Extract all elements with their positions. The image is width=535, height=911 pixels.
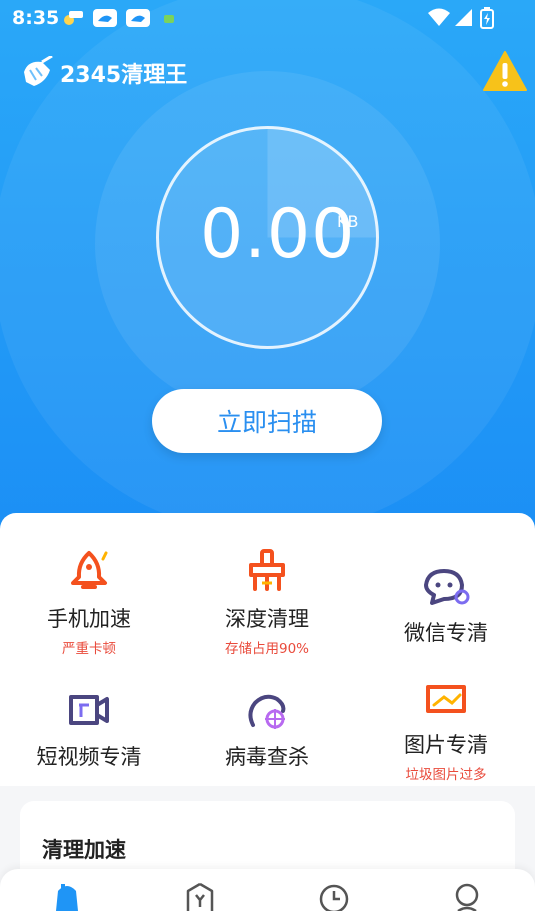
feature-status: 严重卡顿 bbox=[62, 641, 116, 657]
android-icon bbox=[164, 15, 174, 23]
video-icon bbox=[69, 695, 109, 725]
broom-logo-icon bbox=[24, 56, 53, 86]
warning-triangle-icon[interactable] bbox=[482, 50, 528, 92]
signal-icon bbox=[455, 9, 472, 26]
nav-profile[interactable] bbox=[437, 881, 497, 911]
nav-tools[interactable] bbox=[170, 881, 230, 911]
home-icon bbox=[56, 884, 78, 911]
feature-tile-phone-boost[interactable]: 手机加速 严重卡顿 bbox=[0, 549, 178, 657]
feature-label: 图片专清 bbox=[404, 733, 488, 757]
tools-icon bbox=[186, 882, 214, 911]
feature-label: 手机加速 bbox=[47, 607, 131, 631]
nav-home[interactable] bbox=[37, 881, 97, 911]
feature-tile-wechat-clean[interactable]: 微信专清 bbox=[357, 567, 535, 647]
status-time: 8:35 bbox=[12, 7, 60, 29]
bottom-nav bbox=[0, 869, 535, 911]
app-brand: 2345清理王 bbox=[16, 56, 187, 90]
feature-status: 垃圾图片过多 bbox=[405, 767, 487, 783]
feature-tile-picture-clean[interactable]: 图片专清 垃圾图片过多 bbox=[357, 679, 535, 783]
feature-tile-short-video-clean[interactable]: 短视频专清 bbox=[0, 691, 178, 771]
battery-icon bbox=[480, 7, 494, 29]
feature-label: 短视频专清 bbox=[36, 745, 142, 769]
rocket-icon bbox=[71, 551, 108, 589]
nav-history[interactable] bbox=[304, 881, 364, 911]
broom-icon bbox=[249, 549, 285, 591]
feature-label: 微信专清 bbox=[404, 621, 488, 645]
scan-now-button[interactable]: 立即扫描 bbox=[152, 389, 382, 453]
feature-status: 存储占用90% bbox=[224, 641, 309, 657]
virus-icon bbox=[248, 694, 286, 729]
feature-label: 深度清理 bbox=[225, 607, 309, 631]
feature-tile-deep-clean[interactable]: 深度清理 存储占用90% bbox=[178, 549, 356, 657]
weather-icon bbox=[64, 11, 83, 25]
wifi-icon bbox=[428, 8, 450, 26]
scanned-size-unit: KB bbox=[337, 212, 359, 231]
app-notification-icon bbox=[93, 9, 117, 27]
feature-grid: 手机加速 严重卡顿 深度清理 存储占用90% 微信专清 短视频专清 病毒查杀 图… bbox=[0, 513, 535, 786]
section-title: 清理加速 bbox=[42, 838, 126, 862]
app-notification-icon bbox=[126, 9, 150, 27]
clock-icon bbox=[319, 884, 349, 911]
feature-label: 病毒查杀 bbox=[225, 745, 309, 769]
scanned-size-value: 0.00 bbox=[200, 195, 356, 274]
profile-icon bbox=[455, 883, 479, 911]
wechat-icon bbox=[424, 569, 470, 605]
status-bar: 8:35 bbox=[0, 0, 535, 36]
feature-tile-virus-scan[interactable]: 病毒查杀 bbox=[178, 691, 356, 771]
picture-icon bbox=[426, 685, 466, 713]
app-name: 2345清理王 bbox=[60, 63, 188, 88]
